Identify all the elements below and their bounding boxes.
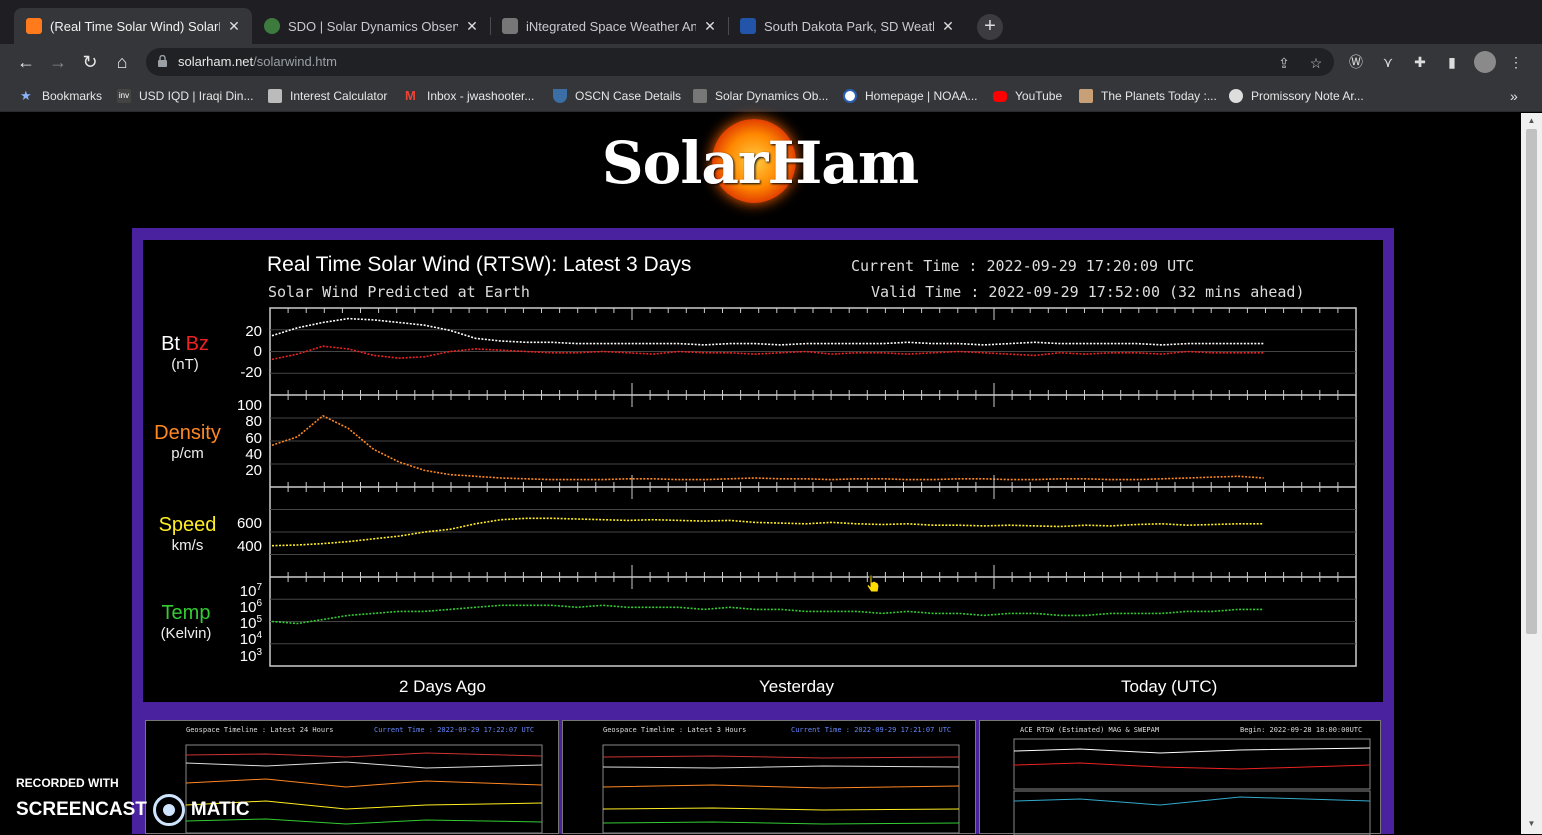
watermark-line2: SCREENCAST MATIC [16,794,250,826]
watermark-text-b: MATIC [190,799,250,820]
series-line-temp [271,604,1264,625]
thumb-plot [602,744,960,834]
watermark-line1: RECORDED WITH [16,776,119,790]
ace-rtsw-thumbnail[interactable]: ACE RTSW (Estimated) MAG & SWEPAM Begin:… [979,720,1381,835]
series-line-bz [271,345,1264,361]
screencast-logo-icon [152,794,185,826]
geospace-3h-thumbnail[interactable]: Geospace Timeline : Latest 3 Hours Curre… [562,720,976,834]
series-line-bt [271,317,1264,346]
rtsw-plot [269,307,1357,667]
series-line-density [271,414,1264,481]
watermark-text-a: SCREENCAST [16,799,147,820]
hand-cursor-icon [866,574,880,593]
screencast-watermark: RECORDED WITH SCREENCAST MATIC [16,776,250,826]
thumb-plot [1013,738,1371,835]
